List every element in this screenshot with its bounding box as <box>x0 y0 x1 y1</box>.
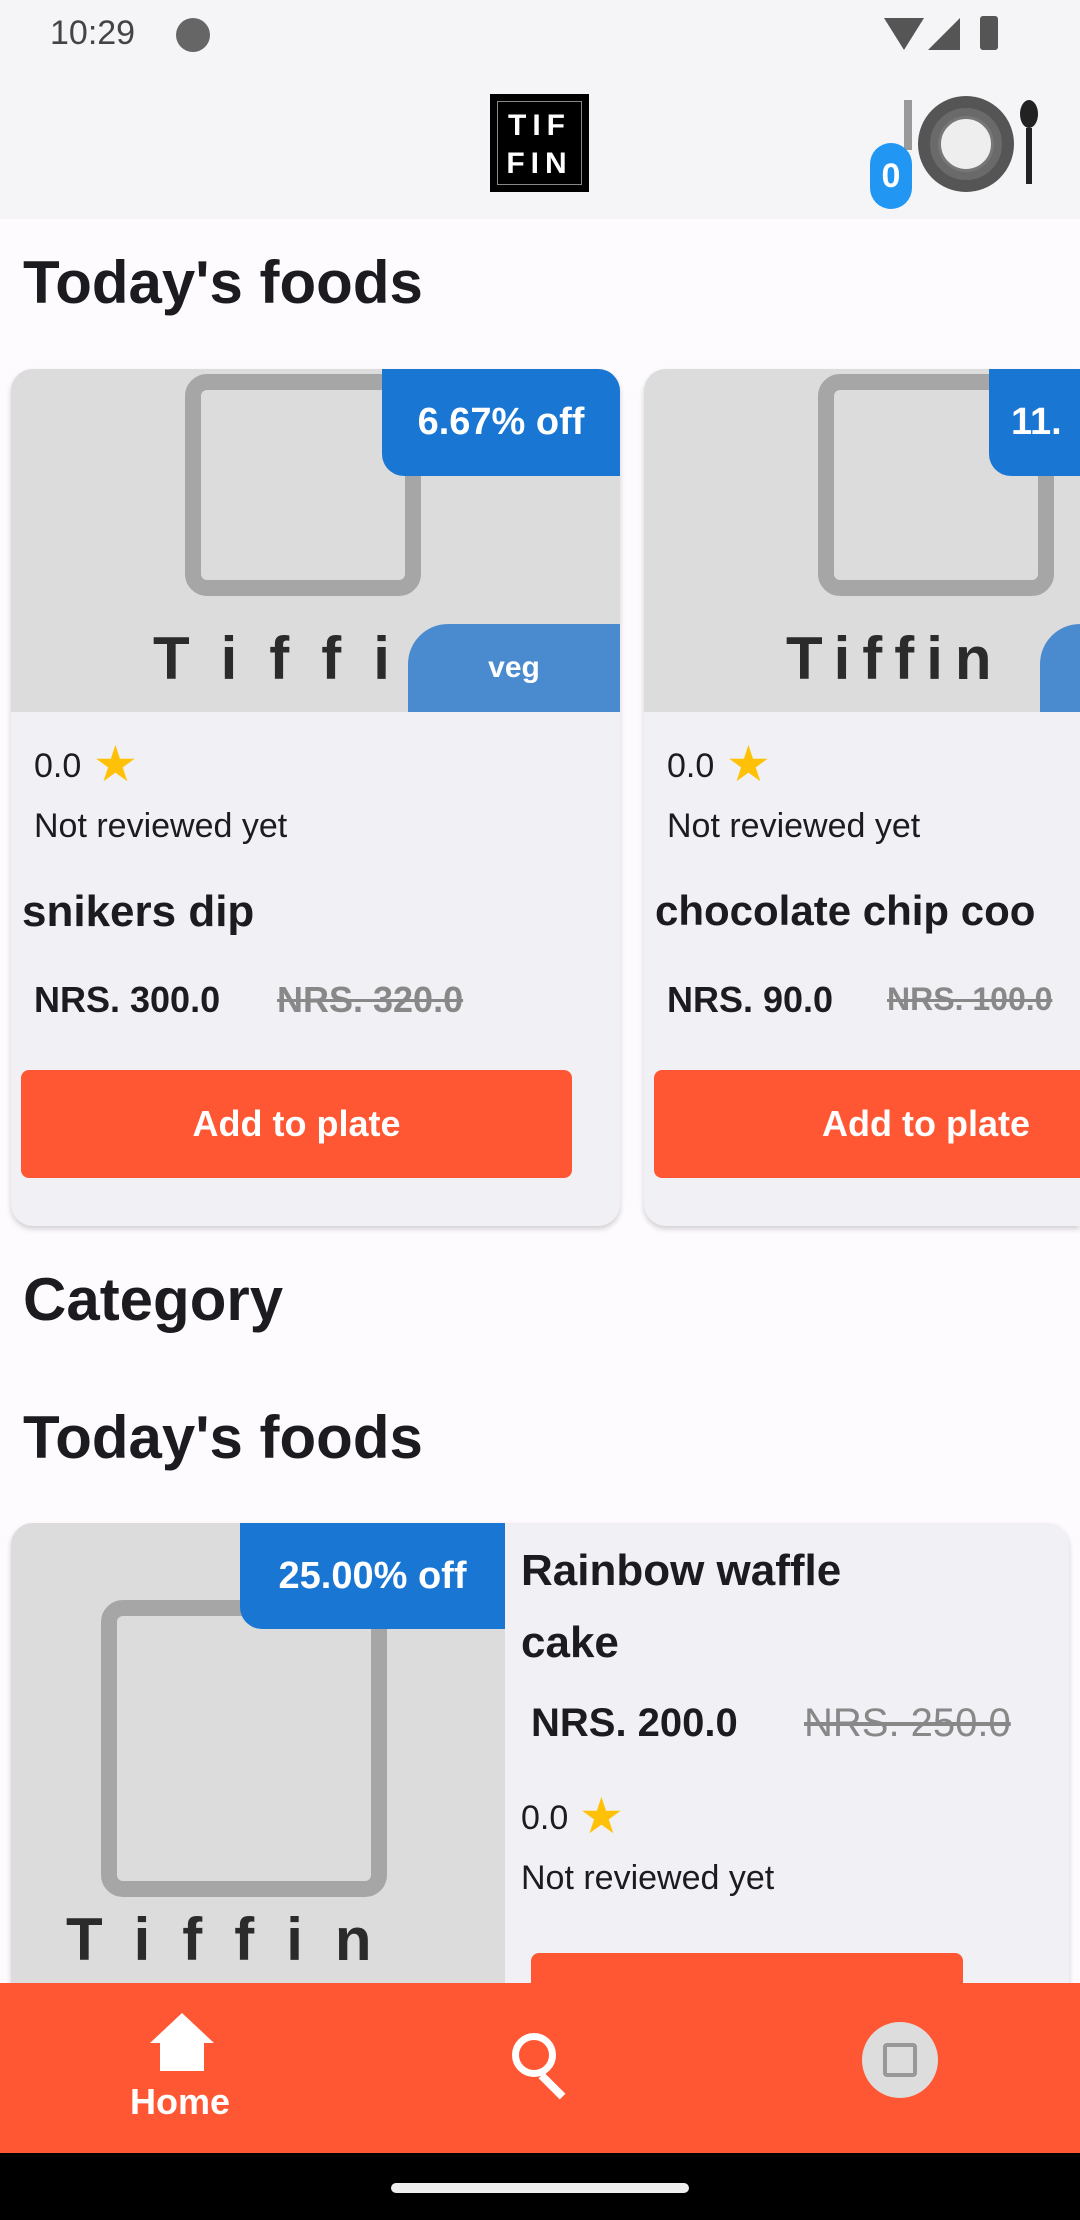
search-icon[interactable] <box>512 2033 556 2077</box>
bottom-nav: Home <box>0 1983 1080 2153</box>
price: NRS. 200.0 <box>531 1701 738 1745</box>
original-price: NRS. 100.0 <box>887 981 1053 1017</box>
profile-avatar[interactable] <box>862 2022 938 2098</box>
home-icon <box>150 2013 214 2043</box>
notification-icon <box>176 18 210 52</box>
original-price: NRS. 250.0 <box>804 1701 1011 1745</box>
add-to-plate-button[interactable]: Add to plate <box>654 1070 1080 1178</box>
discount-badge: 6.67% off <box>382 369 620 476</box>
veg-badge: veg <box>408 624 620 712</box>
food-name: snikers dip <box>22 887 255 936</box>
system-nav-bar <box>0 2153 1080 2220</box>
star-icon: ★ <box>726 736 771 792</box>
plate-icon <box>918 96 1014 192</box>
review-status: Not reviewed yet <box>521 1859 775 1897</box>
star-icon: ★ <box>579 1788 624 1844</box>
food-card[interactable]: Tiffin 6.67% off veg 0.0 ★ Not reviewed … <box>11 369 620 1226</box>
food-card[interactable]: Tiffin 11. 0.0 ★ Not reviewed yet chocol… <box>644 369 1080 1226</box>
rating-value: 0.0 <box>34 747 82 785</box>
rating-value: 0.0 <box>521 1799 569 1837</box>
add-to-plate-button[interactable]: Add to plate <box>21 1070 572 1178</box>
section-title: Today's foods <box>23 1404 423 1471</box>
section-title: Today's foods <box>23 249 423 316</box>
status-time: 10:29 <box>50 14 136 52</box>
review-status: Not reviewed yet <box>34 807 288 845</box>
discount-badge: 11. <box>989 369 1080 476</box>
price: NRS. 300.0 <box>34 979 221 1020</box>
cart-count-badge: 0 <box>870 143 912 209</box>
discount-badge: 25.00% off <box>240 1523 505 1629</box>
original-price: NRS. 320.0 <box>277 979 464 1020</box>
plate-cart-button[interactable]: 0 <box>870 96 1050 216</box>
fork-icon <box>904 100 912 150</box>
food-image: Tiffin 11. <box>644 369 1080 712</box>
signal-icon <box>928 18 960 50</box>
star-icon: ★ <box>93 736 138 792</box>
tiffin-logo: TIF FIN <box>490 94 589 192</box>
add-to-plate-button[interactable] <box>531 1953 963 1983</box>
nav-home[interactable]: Home <box>110 2013 250 2133</box>
food-name: Rainbow waffle cake <box>521 1546 842 1667</box>
food-name: chocolate chip coo <box>655 887 1036 934</box>
battery-icon <box>980 16 998 50</box>
section-title-category: Category <box>23 1266 284 1333</box>
rating-value: 0.0 <box>667 747 715 785</box>
food-image: Tiffin 6.67% off veg <box>11 369 620 712</box>
food-list-item[interactable]: Tiffin 25.00% off Rainbow waffle cake NR… <box>11 1523 1069 1983</box>
wifi-icon <box>884 18 924 50</box>
food-image: Tiffin 25.00% off <box>11 1523 505 1983</box>
review-status: Not reviewed yet <box>667 807 921 845</box>
app-header: 10:29 TIF FIN 0 <box>0 0 1080 219</box>
price: NRS. 90.0 <box>667 979 834 1020</box>
spoon-icon <box>1020 100 1038 184</box>
home-indicator[interactable] <box>391 2183 689 2193</box>
veg-badge <box>1040 624 1080 712</box>
